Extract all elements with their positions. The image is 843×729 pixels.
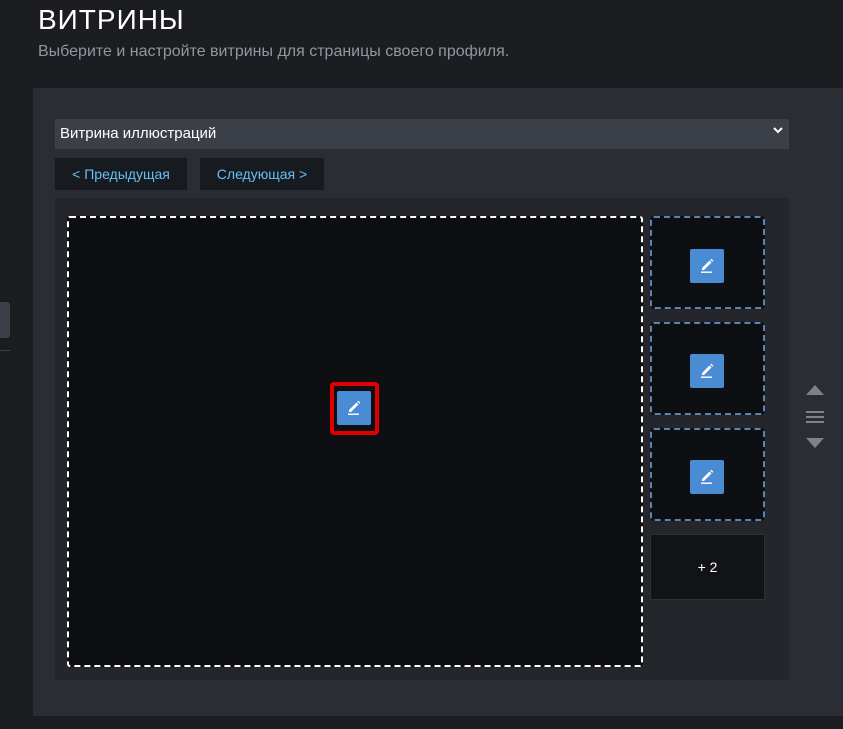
small-slot-3-edit-button[interactable]	[690, 460, 724, 494]
move-up-icon[interactable]	[806, 385, 824, 395]
next-button[interactable]: Следующая >	[200, 158, 324, 190]
small-slot-2-edit-button[interactable]	[690, 354, 724, 388]
pencil-icon	[701, 469, 714, 484]
showcase-type-value: Витрина иллюстраций	[60, 125, 217, 142]
sidebar-divider	[0, 350, 10, 351]
highlight-box	[330, 382, 379, 435]
page-subtitle: Выберите и настройте витрины для страниц…	[38, 43, 510, 60]
previous-button[interactable]: < Предыдущая	[55, 158, 187, 190]
sidebar-tab[interactable]	[0, 302, 10, 338]
pencil-icon	[701, 258, 714, 273]
more-slots-box[interactable]: + 2	[650, 534, 765, 600]
pencil-icon	[701, 363, 714, 378]
chevron-down-icon	[771, 123, 785, 140]
move-down-icon[interactable]	[806, 438, 824, 448]
small-slot-1-edit-button[interactable]	[690, 249, 724, 283]
drag-handle-icon[interactable]	[806, 411, 824, 423]
more-slots-label: + 2	[697, 559, 718, 575]
left-sidebar-strip	[0, 0, 12, 729]
showcase-type-select[interactable]: Витрина иллюстраций	[55, 119, 789, 149]
page-title: ВИТРИНЫ	[38, 4, 185, 35]
main-artwork-slot[interactable]	[67, 216, 643, 667]
